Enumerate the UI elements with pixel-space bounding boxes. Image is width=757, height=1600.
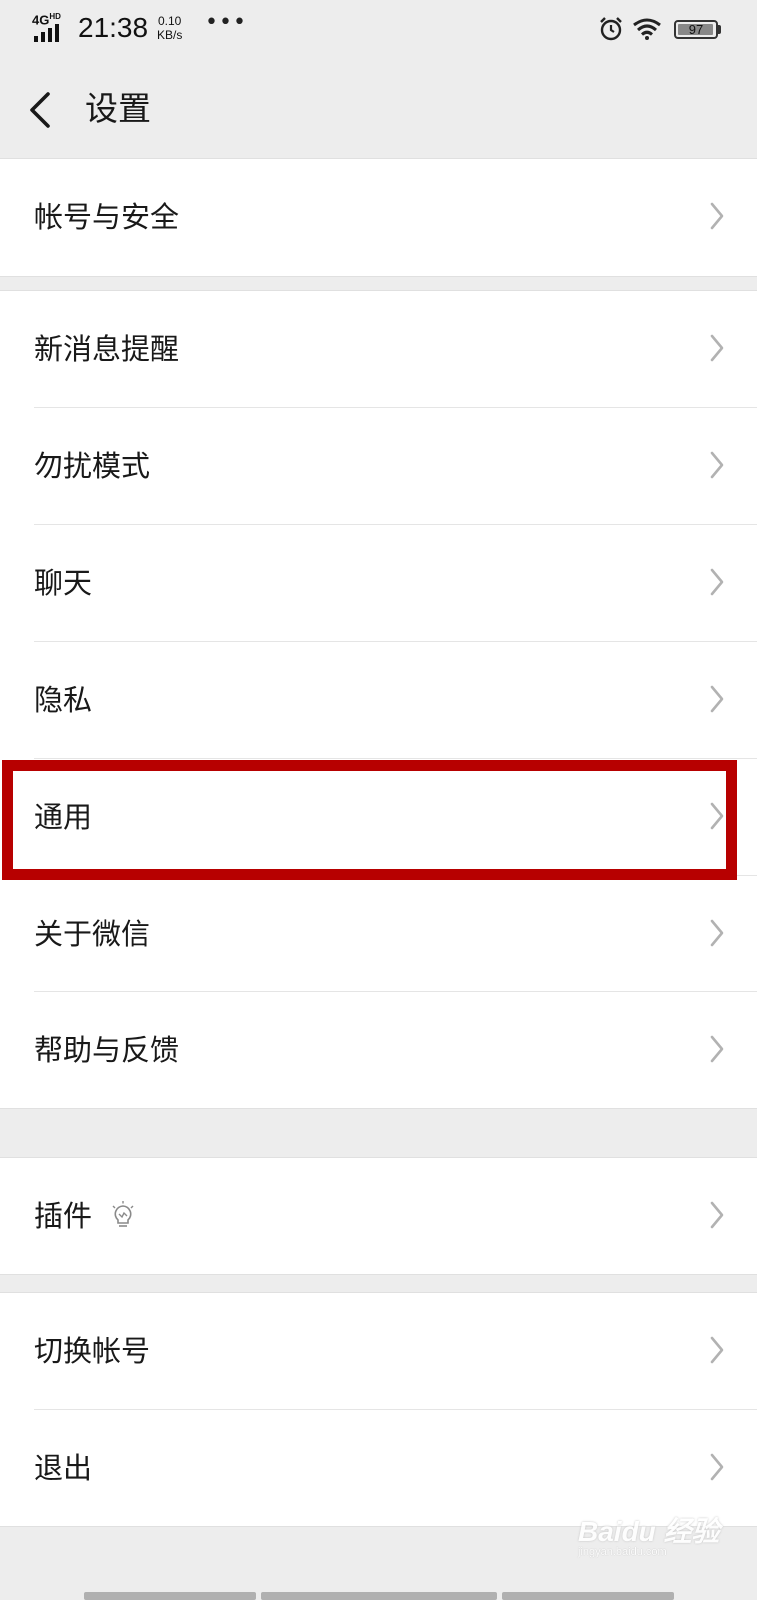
chevron-right-icon — [710, 451, 724, 479]
chevron-right-icon — [710, 1453, 724, 1481]
chevron-right-icon — [710, 202, 724, 230]
settings-item-general[interactable]: 通用 — [0, 759, 757, 876]
settings-item-switch-account[interactable]: 切换帐号 — [0, 1293, 757, 1410]
item-label: 切换帐号 — [34, 1334, 151, 1368]
home-indicator-center — [261, 1592, 497, 1600]
back-button[interactable] — [22, 82, 62, 138]
settings-item-about[interactable]: 关于微信 — [0, 876, 757, 992]
status-time: 21:38 — [78, 12, 149, 43]
settings-item-plugins[interactable]: 插件 — [0, 1158, 757, 1274]
settings-group-account: 帐号与安全 — [0, 158, 757, 277]
settings-item-do-not-disturb[interactable]: 勿扰模式 — [0, 408, 757, 525]
item-label: 关于微信 — [34, 917, 151, 951]
back-arrow-icon — [30, 92, 50, 128]
battery-level: 97 — [688, 22, 704, 37]
item-label: 帮助与反馈 — [34, 1033, 180, 1067]
chevron-right-icon — [710, 802, 724, 830]
settings-group-plugins: 插件 — [0, 1157, 757, 1275]
settings-item-privacy[interactable]: 隐私 — [0, 642, 757, 759]
settings-group-session: 切换帐号 退出 — [0, 1292, 757, 1527]
wifi-icon — [633, 18, 661, 40]
home-indicator-left — [84, 1592, 256, 1600]
page-title: 设置 — [85, 89, 151, 128]
settings-group-main: 新消息提醒 勿扰模式 聊天 隐私 通用 关于微信 帮助与反馈 — [0, 290, 757, 1109]
watermark-sub: jingyan.baidu.com — [578, 1546, 667, 1558]
settings-item-account-security[interactable]: 帐号与安全 — [0, 159, 757, 276]
item-label: 插件 — [34, 1199, 93, 1233]
item-label: 聊天 — [34, 566, 93, 600]
item-label: 通用 — [34, 800, 93, 834]
network-type: 4GHD — [32, 12, 61, 28]
item-label: 隐私 — [34, 683, 93, 717]
item-label: 新消息提醒 — [34, 332, 180, 366]
nav-bar: 设置 — [0, 60, 757, 160]
chevron-right-icon — [710, 334, 724, 362]
chevron-right-icon — [710, 1035, 724, 1063]
item-label: 勿扰模式 — [34, 449, 151, 483]
item-label: 退出 — [34, 1451, 93, 1485]
battery-tip — [718, 25, 721, 34]
settings-item-help-feedback[interactable]: 帮助与反馈 — [0, 992, 757, 1108]
lightbulb-icon — [112, 1201, 134, 1227]
settings-item-notifications[interactable]: 新消息提醒 — [0, 291, 757, 408]
baidu-jingyan-watermark: Baidu 经验 jingyan.baidu.com — [578, 1502, 728, 1558]
watermark-text: Baidu 经验 — [578, 1516, 720, 1547]
item-label: 帐号与安全 — [34, 200, 180, 234]
chevron-right-icon — [710, 1201, 724, 1229]
chevron-right-icon — [710, 568, 724, 596]
chevron-right-icon — [710, 1336, 724, 1364]
settings-item-chat[interactable]: 聊天 — [0, 525, 757, 642]
network-speed: 0.10 KB/s — [157, 14, 183, 42]
chevron-right-icon — [710, 919, 724, 947]
chevron-right-icon — [710, 685, 724, 713]
alarm-icon — [600, 17, 622, 41]
home-indicator-right — [502, 1592, 674, 1600]
more-notifications-icon: ••• — [205, 10, 247, 35]
status-bar: 4GHD 21:38 0.10 KB/s ••• 97 — [0, 0, 757, 60]
